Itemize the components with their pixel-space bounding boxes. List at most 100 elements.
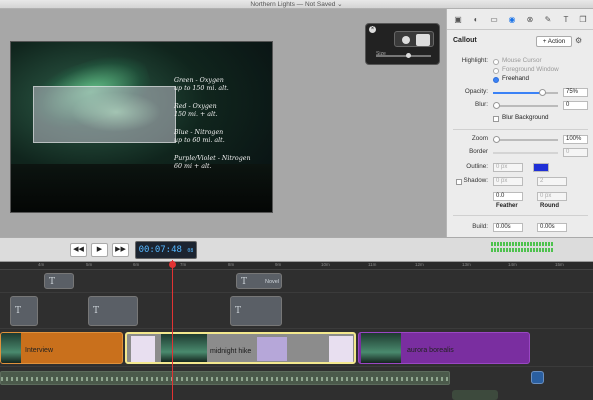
timeline[interactable]: T T Novel T T T Interview midnight hike … [0, 270, 593, 400]
text-callout-icon: T [15, 306, 22, 316]
note-line: 150 mi. + alt. [174, 111, 218, 118]
freehand-label: Freehand [502, 75, 529, 82]
annotation-hud: × Size [365, 23, 440, 65]
ruler-tick: 5m [86, 262, 93, 267]
blur-knob[interactable] [493, 102, 500, 109]
audio-inspector-icon[interactable]: ◐ [471, 15, 481, 24]
transition-block [257, 337, 287, 361]
rewind-button[interactable]: ◀◀ [70, 243, 87, 257]
foreground-window-radio[interactable] [493, 68, 499, 74]
fast-forward-button[interactable]: ▶▶ [112, 243, 129, 257]
video-inspector-icon[interactable]: ▣ [453, 15, 463, 24]
play-button[interactable]: ▶ [91, 243, 108, 257]
note-green[interactable]: Green - Oxygen up to 150 mi. alt. [174, 77, 229, 93]
ruler-tick: 13m [462, 262, 471, 267]
canvas[interactable]: Green - Oxygen up to 150 mi. alt. Red - … [0, 9, 446, 237]
callout-clip[interactable]: T [44, 273, 74, 289]
mouse-cursor-radio[interactable] [493, 59, 499, 65]
build-label: Build: [472, 223, 488, 230]
opacity-slider[interactable] [493, 89, 558, 96]
ruler-tick: 14m [508, 262, 517, 267]
slider-knob[interactable] [406, 53, 411, 58]
inspector-tabs: ▣ ◐ ▭ ◉ ⊗ ✎ T ❐ [447, 9, 593, 30]
ruler-tick: 7m [180, 262, 187, 267]
mouse-cursor-label: Mouse Cursor [502, 57, 542, 64]
gear-icon[interactable]: ⚙ [575, 36, 582, 45]
clip-thumbnail [131, 336, 155, 362]
outline-color-swatch[interactable] [533, 163, 549, 172]
zoom-field[interactable]: 100% [563, 135, 588, 144]
section-title: Callout [453, 37, 477, 44]
rect-shape-icon[interactable] [416, 34, 430, 46]
shape-toggle[interactable] [394, 31, 434, 47]
outline-width-field[interactable]: 0 px [493, 163, 523, 172]
callout-clip[interactable]: T Novel [236, 273, 282, 289]
note-purple[interactable]: Purple/Violet - Nitrogen 60 mi + alt. [174, 155, 251, 171]
callout-inspector-icon[interactable]: ◉ [507, 15, 517, 24]
shadow-angle-field[interactable]: 2 [537, 177, 567, 186]
note-red[interactable]: Red - Oxygen 150 mi. + alt. [174, 103, 218, 119]
inspector-panel: ▣ ◐ ▭ ◉ ⊗ ✎ T ❐ Callout + Action ⚙ Highl… [446, 9, 593, 237]
callout-clip[interactable]: T [10, 296, 38, 326]
freehand-callout[interactable] [33, 86, 176, 143]
screen-inspector-icon[interactable]: ▭ [489, 15, 499, 24]
shadow-width-field[interactable]: 0 px [493, 177, 523, 186]
ruler-tick: 6m [133, 262, 140, 267]
opacity-knob[interactable] [538, 89, 546, 96]
media-inspector-icon[interactable]: ❐ [578, 15, 588, 24]
blur-background-checkbox[interactable] [493, 116, 499, 122]
ruler-tick: 9m [275, 262, 282, 267]
opacity-field[interactable]: 75% [563, 88, 588, 97]
blur-slider[interactable] [493, 102, 558, 109]
shapes-inspector-icon[interactable]: ⊗ [525, 15, 535, 24]
clip-thumbnail [1, 333, 21, 363]
feather-field[interactable]: 0.0 [493, 192, 523, 201]
blur-label: Blur: [475, 101, 488, 108]
feather-label: Feather [496, 203, 518, 209]
audio-clip[interactable] [452, 390, 498, 400]
note-line: Green - Oxygen [174, 77, 224, 84]
track-divider [0, 328, 593, 329]
audio-clip[interactable] [0, 371, 450, 385]
clip-thumbnail [329, 336, 353, 362]
freehand-radio[interactable] [493, 77, 499, 83]
track-divider [0, 292, 593, 293]
circle-shape-icon[interactable] [402, 36, 410, 44]
note-blue[interactable]: Blue - Nitrogen up to 60 mi. alt. [174, 129, 225, 145]
video-clip-aurora-borealis[interactable]: aurora borealis [358, 332, 530, 364]
zoom-knob[interactable] [493, 136, 500, 143]
video-clip-midnight-hike[interactable]: midnight hike [125, 332, 356, 364]
add-action-button[interactable]: + Action [536, 36, 572, 47]
playhead-handle[interactable] [169, 261, 176, 268]
clip-thumbnail [161, 334, 207, 362]
border-field[interactable]: 0 [563, 148, 588, 157]
video-frame[interactable]: Green - Oxygen up to 150 mi. alt. Red - … [10, 41, 273, 213]
note-line: up to 60 mi. alt. [174, 137, 225, 144]
blur-field[interactable]: 0 [563, 101, 588, 110]
shadow-checkbox[interactable] [456, 179, 462, 185]
timecode: 00:07:48 [138, 245, 182, 255]
zoom-slider[interactable] [493, 136, 558, 143]
timeline-ruler[interactable]: 4m 5m 6m 7m 8m 9m 10m 11m 12m 13m 14m 15… [0, 262, 593, 270]
callout-clip[interactable]: T [88, 296, 138, 326]
media-clip-icon[interactable] [531, 371, 544, 384]
annotation-inspector-icon[interactable]: ✎ [543, 15, 553, 24]
zoom-label: Zoom [471, 135, 488, 142]
border-label: Border [469, 148, 488, 155]
build-in-field[interactable]: 0.00s [493, 223, 523, 232]
timecode-frames: 08 [187, 248, 194, 254]
close-icon[interactable]: × [369, 26, 376, 33]
note-line: Purple/Violet - Nitrogen [174, 155, 251, 162]
build-out-field[interactable]: 0.00s [537, 223, 567, 232]
meter-left [491, 242, 554, 246]
text-inspector-icon[interactable]: T [561, 15, 571, 24]
video-clip-interview[interactable]: Interview [0, 332, 123, 364]
size-slider[interactable] [376, 53, 431, 58]
playhead[interactable] [172, 260, 173, 400]
callout-clip[interactable]: T [230, 296, 282, 326]
border-slider[interactable] [493, 152, 558, 154]
outline-label: Outline: [466, 163, 488, 170]
ruler-tick: 4m [38, 262, 45, 267]
round-field[interactable]: 0 px [537, 192, 567, 201]
shadow-label: Shadow: [463, 177, 488, 184]
